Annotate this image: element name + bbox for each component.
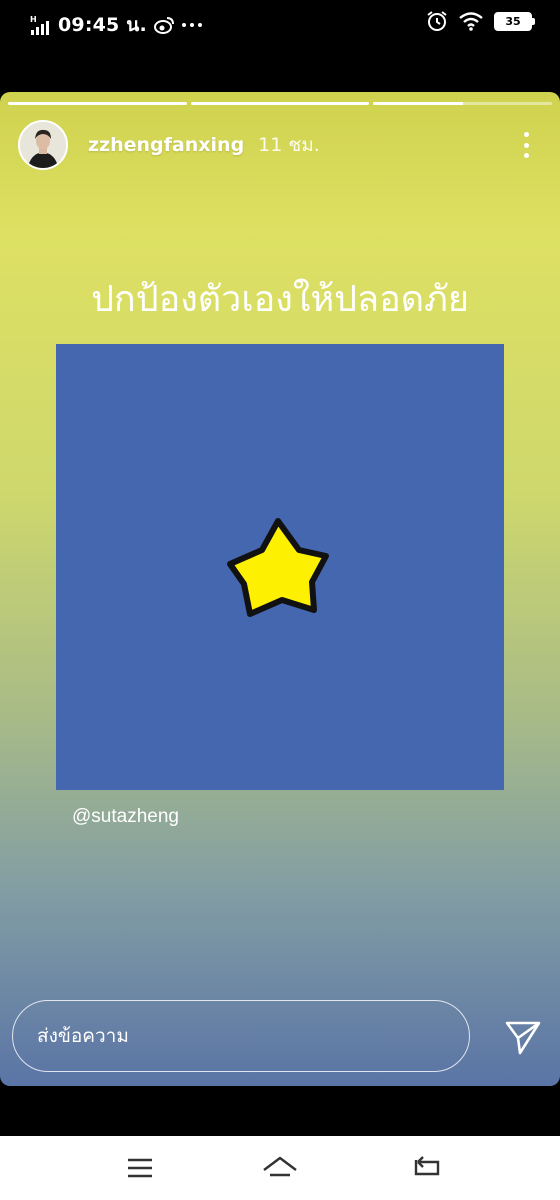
more-notifications-icon bbox=[181, 23, 202, 27]
battery-level: 35 bbox=[505, 14, 521, 28]
avatar[interactable] bbox=[18, 120, 68, 170]
star-sticker bbox=[227, 518, 329, 617]
home-icon[interactable] bbox=[260, 1150, 300, 1186]
wifi-icon bbox=[459, 12, 483, 31]
avatar-image bbox=[20, 122, 66, 168]
battery-indicator: 35 bbox=[494, 11, 535, 31]
message-input[interactable]: ส่งข้อความ bbox=[12, 1000, 470, 1072]
alarm-icon bbox=[427, 11, 447, 31]
story-header: zzhengfanxing 11 ชม. bbox=[18, 120, 542, 170]
system-nav-bar bbox=[0, 1136, 560, 1200]
story-caption: ปกป้องตัวเองให้ปลอดภัย bbox=[91, 279, 469, 320]
time-ago: 11 ชม. bbox=[258, 134, 320, 156]
more-options-icon[interactable] bbox=[518, 132, 534, 158]
username[interactable]: zzhengfanxing bbox=[88, 134, 244, 156]
story-viewer[interactable]: zzhengfanxing 11 ชม. ปกป้องตัวเองให้ปลอด… bbox=[0, 92, 560, 1086]
message-placeholder: ส่งข้อความ bbox=[37, 1025, 129, 1047]
mention-tag[interactable]: @sutazheng bbox=[72, 806, 179, 828]
progress-segment bbox=[373, 102, 553, 105]
status-left: H 09:45 น. bbox=[30, 10, 203, 40]
weibo-icon bbox=[153, 17, 174, 34]
progress-segment bbox=[8, 102, 187, 105]
status-bar: H 09:45 น. 35 bbox=[0, 0, 560, 44]
status-right: 35 bbox=[426, 10, 535, 32]
menu-icon[interactable] bbox=[120, 1150, 160, 1186]
shared-post-image[interactable] bbox=[56, 344, 504, 790]
progress-segment bbox=[190, 102, 370, 105]
story-progress bbox=[8, 102, 553, 105]
back-icon[interactable] bbox=[406, 1150, 446, 1186]
cell-signal-icon: H bbox=[30, 15, 49, 35]
send-icon[interactable] bbox=[504, 1018, 542, 1056]
signal-label: H bbox=[30, 15, 37, 24]
status-time: 09:45 น. bbox=[58, 14, 147, 36]
